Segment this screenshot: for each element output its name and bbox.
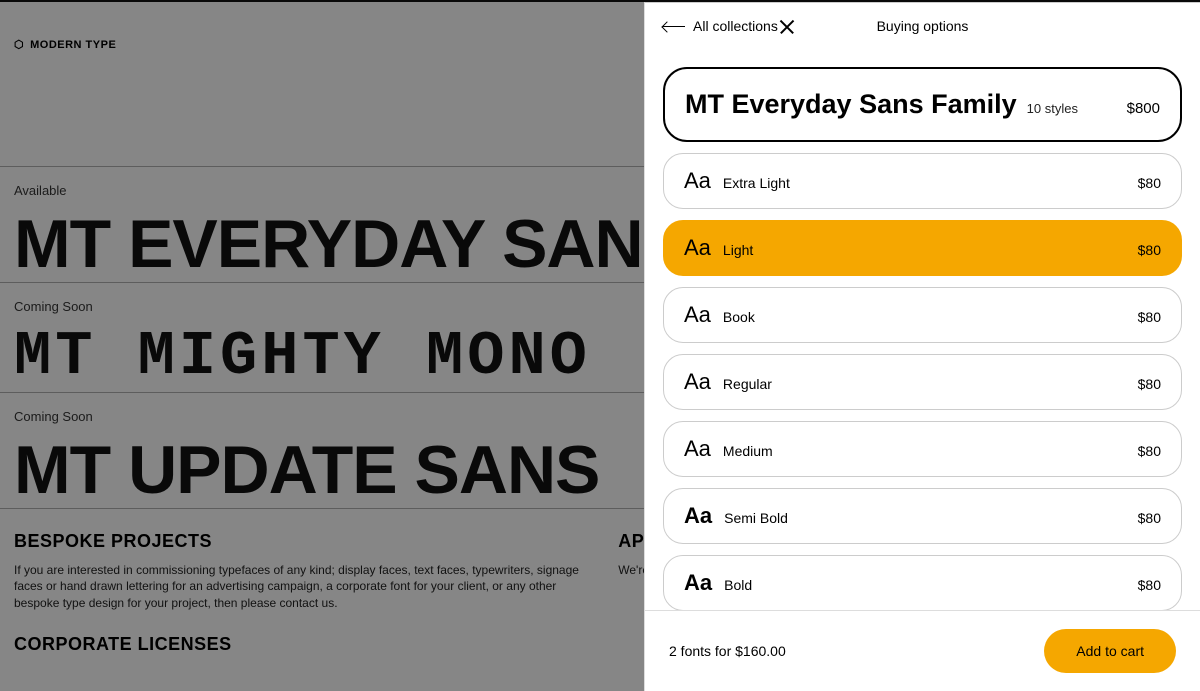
back-label: All collections bbox=[693, 18, 778, 34]
sample-glyph: Aa bbox=[684, 168, 711, 194]
style-price: $80 bbox=[1138, 443, 1161, 459]
style-name: Bold bbox=[724, 577, 752, 593]
style-price: $80 bbox=[1138, 376, 1161, 392]
style-name: Regular bbox=[723, 376, 772, 392]
style-name: Extra Light bbox=[723, 175, 790, 191]
sample-glyph: Aa bbox=[684, 436, 711, 462]
family-price: $800 bbox=[1127, 100, 1160, 117]
style-price: $80 bbox=[1138, 175, 1161, 191]
style-option[interactable]: Aa Book $80 bbox=[663, 287, 1182, 343]
close-icon[interactable] bbox=[778, 17, 796, 35]
style-price: $80 bbox=[1138, 510, 1161, 526]
add-to-cart-button[interactable]: Add to cart bbox=[1044, 629, 1176, 673]
style-option[interactable]: Aa Bold $80 bbox=[663, 555, 1182, 610]
style-name: Semi Bold bbox=[724, 510, 788, 526]
cart-summary: 2 fonts for $160.00 bbox=[669, 643, 786, 659]
style-name: Book bbox=[723, 309, 755, 325]
sample-glyph: Aa bbox=[684, 570, 712, 596]
buying-options-panel: All collections Buying options MT Everyd… bbox=[644, 2, 1200, 691]
panel-body: MT Everyday Sans Family 10 styles $800 A… bbox=[645, 49, 1200, 610]
sample-glyph: Aa bbox=[684, 369, 711, 395]
sample-glyph: Aa bbox=[684, 235, 711, 261]
family-style-count: 10 styles bbox=[1027, 101, 1078, 116]
style-option[interactable]: Aa Regular $80 bbox=[663, 354, 1182, 410]
sample-glyph: Aa bbox=[684, 302, 711, 328]
style-price: $80 bbox=[1138, 242, 1161, 258]
style-option[interactable]: Aa Light $80 bbox=[663, 220, 1182, 276]
panel-title: Buying options bbox=[877, 18, 969, 34]
sample-glyph: Aa bbox=[684, 503, 712, 529]
style-price: $80 bbox=[1138, 577, 1161, 593]
style-option[interactable]: Aa Medium $80 bbox=[663, 421, 1182, 477]
style-name: Light bbox=[723, 242, 753, 258]
style-option[interactable]: Aa Extra Light $80 bbox=[663, 153, 1182, 209]
arrow-left-icon bbox=[663, 26, 685, 27]
family-name: MT Everyday Sans Family bbox=[685, 89, 1017, 120]
style-name: Medium bbox=[723, 443, 773, 459]
family-option[interactable]: MT Everyday Sans Family 10 styles $800 bbox=[663, 67, 1182, 142]
style-option[interactable]: Aa Semi Bold $80 bbox=[663, 488, 1182, 544]
back-button[interactable]: All collections bbox=[663, 18, 778, 34]
style-price: $80 bbox=[1138, 309, 1161, 325]
